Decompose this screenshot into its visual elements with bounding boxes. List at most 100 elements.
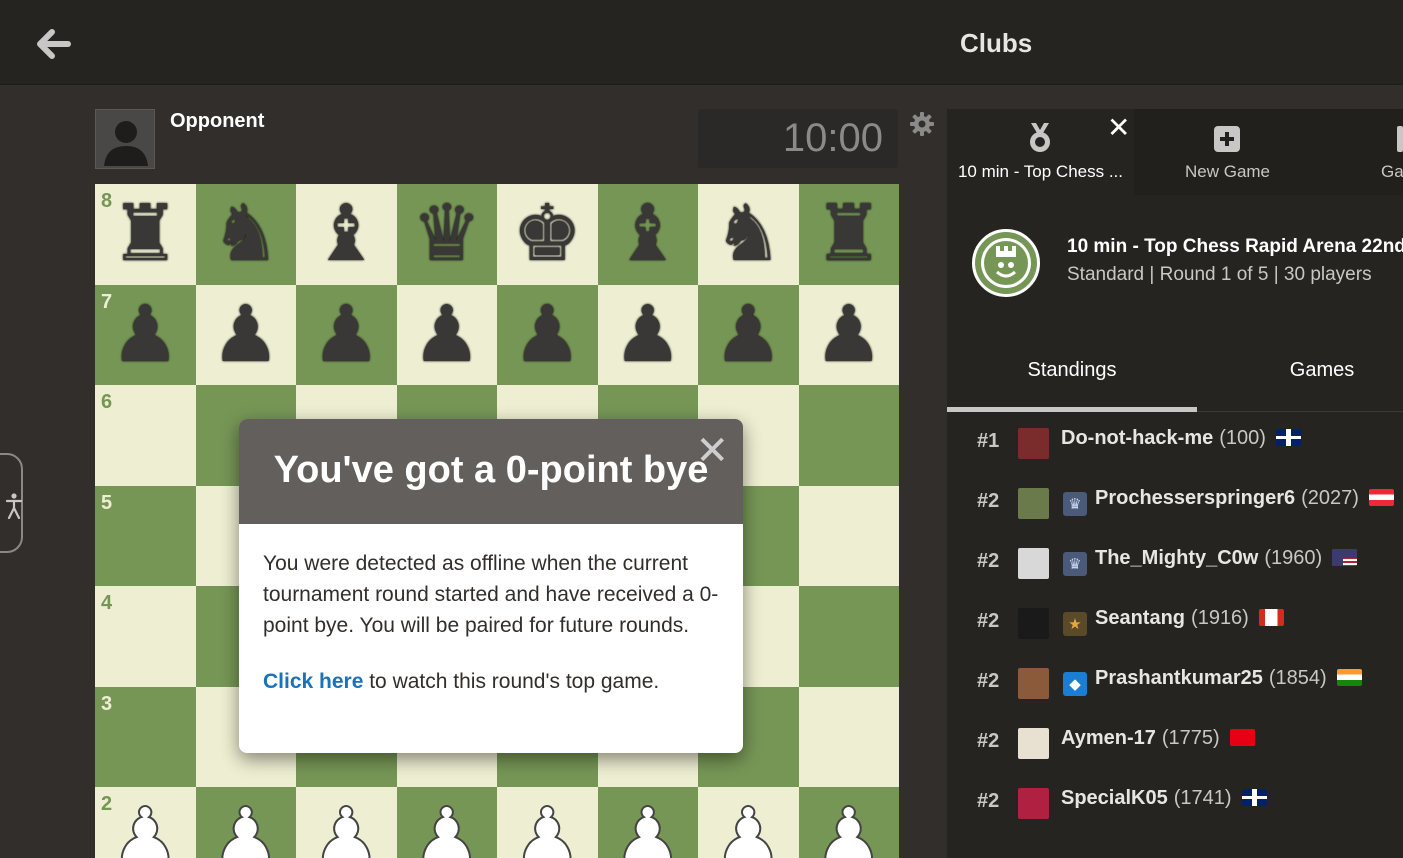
board-square[interactable]: ♟ xyxy=(195,284,297,386)
board-square[interactable] xyxy=(798,686,899,787)
white-piece[interactable]: ♟ xyxy=(799,787,900,858)
tournament-name[interactable]: 10 min - Top Chess Rapid Arena 22nd D xyxy=(1067,236,1403,258)
opponent-name[interactable]: Opponent xyxy=(170,110,264,133)
board-square[interactable]: 7 ♟ xyxy=(95,284,196,386)
board-square[interactable]: ♟ xyxy=(698,787,799,858)
white-piece[interactable]: ♟ xyxy=(698,787,799,858)
white-piece[interactable]: ♟ xyxy=(95,787,196,858)
player-avatar[interactable] xyxy=(1018,548,1049,579)
board-square[interactable]: 6 xyxy=(95,385,196,486)
medal-icon xyxy=(1030,123,1050,152)
board-square[interactable]: ♟ xyxy=(597,284,699,386)
board-square[interactable]: 2 ♟ xyxy=(95,787,196,858)
player-avatar[interactable] xyxy=(1018,788,1049,819)
black-piece[interactable]: ♝ xyxy=(598,184,699,285)
standings-row[interactable]: #2 ★ Seantang (1916) xyxy=(947,594,1403,654)
player-username-line: The_Mighty_C0w (1960) xyxy=(1095,547,1358,570)
accessibility-button[interactable] xyxy=(0,453,23,553)
rank-label: 4 xyxy=(101,592,113,614)
player-rating: (100) xyxy=(1219,427,1266,449)
close-icon[interactable]: ✕ xyxy=(695,431,729,471)
gear-icon[interactable] xyxy=(908,110,936,138)
black-piece[interactable]: ♟ xyxy=(698,285,799,386)
player-username-line: Do-not-hack-me (100) xyxy=(1061,427,1301,450)
white-piece[interactable]: ♟ xyxy=(196,787,297,858)
board-square[interactable]: ♟ xyxy=(497,284,598,386)
board-square[interactable]: ♞ xyxy=(195,184,297,285)
black-piece[interactable]: ♟ xyxy=(799,285,900,386)
player-username[interactable]: Prochesserspringer6 xyxy=(1095,487,1295,509)
black-piece[interactable]: ♞ xyxy=(698,184,799,285)
board-square[interactable]: 8 ♜ xyxy=(95,184,196,285)
player-username[interactable]: SpecialK05 xyxy=(1061,787,1168,809)
tab-new-game[interactable]: New Game xyxy=(1134,109,1321,195)
player-rating: (1854) xyxy=(1268,667,1327,689)
back-arrow-icon[interactable] xyxy=(34,24,74,64)
board-square[interactable]: ♟ xyxy=(296,787,397,858)
black-piece[interactable]: ♟ xyxy=(196,285,297,386)
board-square[interactable]: ♝ xyxy=(597,184,699,285)
board-square[interactable] xyxy=(798,485,899,586)
board-square[interactable]: ♟ xyxy=(396,284,498,386)
tab-games[interactable]: Ga xyxy=(1321,109,1403,195)
close-tab-icon[interactable]: ✕ xyxy=(1107,111,1130,144)
standing-rank: #1 xyxy=(977,430,1000,452)
board-square[interactable]: 3 xyxy=(95,686,196,787)
player-avatar[interactable] xyxy=(1018,428,1049,459)
tab-standings[interactable]: Standings xyxy=(947,349,1197,411)
player-username[interactable]: Aymen-17 xyxy=(1061,727,1156,749)
player-avatar[interactable] xyxy=(1018,728,1049,759)
board-square[interactable]: ♝ xyxy=(296,184,397,285)
black-piece[interactable]: ♛ xyxy=(397,184,498,285)
black-piece[interactable]: ♟ xyxy=(397,285,498,386)
black-piece[interactable]: ♜ xyxy=(799,184,900,285)
player-avatar[interactable] xyxy=(1018,488,1049,519)
tab-games-list[interactable]: Games xyxy=(1197,349,1403,411)
black-piece[interactable]: ♟ xyxy=(598,285,699,386)
white-piece[interactable]: ♟ xyxy=(497,787,598,858)
black-piece[interactable]: ♟ xyxy=(296,285,397,386)
player-avatar[interactable] xyxy=(1018,608,1049,639)
black-piece[interactable]: ♟ xyxy=(95,285,196,386)
black-piece[interactable]: ♟ xyxy=(497,285,598,386)
board-square[interactable]: ♟ xyxy=(597,787,699,858)
board-square[interactable]: ♞ xyxy=(698,184,799,285)
standings-row[interactable]: #2 SpecialK05 (1741) xyxy=(947,774,1403,834)
board-square[interactable]: ♛ xyxy=(396,184,498,285)
black-piece[interactable]: ♚ xyxy=(497,184,598,285)
board-square[interactable]: ♟ xyxy=(195,787,297,858)
standing-rank: #2 xyxy=(977,730,1000,752)
player-username[interactable]: Seantang xyxy=(1095,607,1185,629)
board-square[interactable]: ♟ xyxy=(798,787,900,858)
board-square[interactable]: ♟ xyxy=(396,787,498,858)
white-piece[interactable]: ♟ xyxy=(397,787,498,858)
white-piece[interactable]: ♟ xyxy=(598,787,699,858)
player-username[interactable]: Prashantkumar25 xyxy=(1095,667,1263,689)
modal-message: You were detected as offline when the cu… xyxy=(263,552,719,637)
board-square[interactable]: 5 xyxy=(95,485,196,586)
board-square[interactable]: ♚ xyxy=(497,184,598,285)
board-square[interactable]: ♟ xyxy=(698,284,799,386)
tab-tournament[interactable]: 10 min - Top Chess ... ✕ xyxy=(947,109,1134,195)
standings-row[interactable]: #2 Aymen-17 (1775) xyxy=(947,714,1403,774)
board-square[interactable]: ♟ xyxy=(296,284,397,386)
standings-row[interactable]: #2 ♛ Prochesserspringer6 (2027) xyxy=(947,474,1403,534)
watch-top-game-link[interactable]: Click here xyxy=(263,670,363,693)
board-square[interactable] xyxy=(798,385,899,486)
board-square[interactable]: ♟ xyxy=(497,787,598,858)
board-square[interactable]: ♜ xyxy=(798,184,900,285)
standing-rank: #2 xyxy=(977,610,1000,632)
board-square[interactable]: 4 xyxy=(95,586,196,687)
black-piece[interactable]: ♞ xyxy=(196,184,297,285)
standings-row[interactable]: #2 ♛ The_Mighty_C0w (1960) xyxy=(947,534,1403,594)
standings-row[interactable]: #1 Do-not-hack-me (100) xyxy=(947,414,1403,474)
black-piece[interactable]: ♝ xyxy=(296,184,397,285)
white-piece[interactable]: ♟ xyxy=(296,787,397,858)
player-username[interactable]: Do-not-hack-me xyxy=(1061,427,1213,449)
player-username[interactable]: The_Mighty_C0w xyxy=(1095,547,1258,569)
black-piece[interactable]: ♜ xyxy=(95,184,196,285)
board-square[interactable] xyxy=(798,586,899,687)
standings-row[interactable]: #2 ◆ Prashantkumar25 (1854) xyxy=(947,654,1403,714)
board-square[interactable]: ♟ xyxy=(798,284,900,386)
player-avatar[interactable] xyxy=(1018,668,1049,699)
